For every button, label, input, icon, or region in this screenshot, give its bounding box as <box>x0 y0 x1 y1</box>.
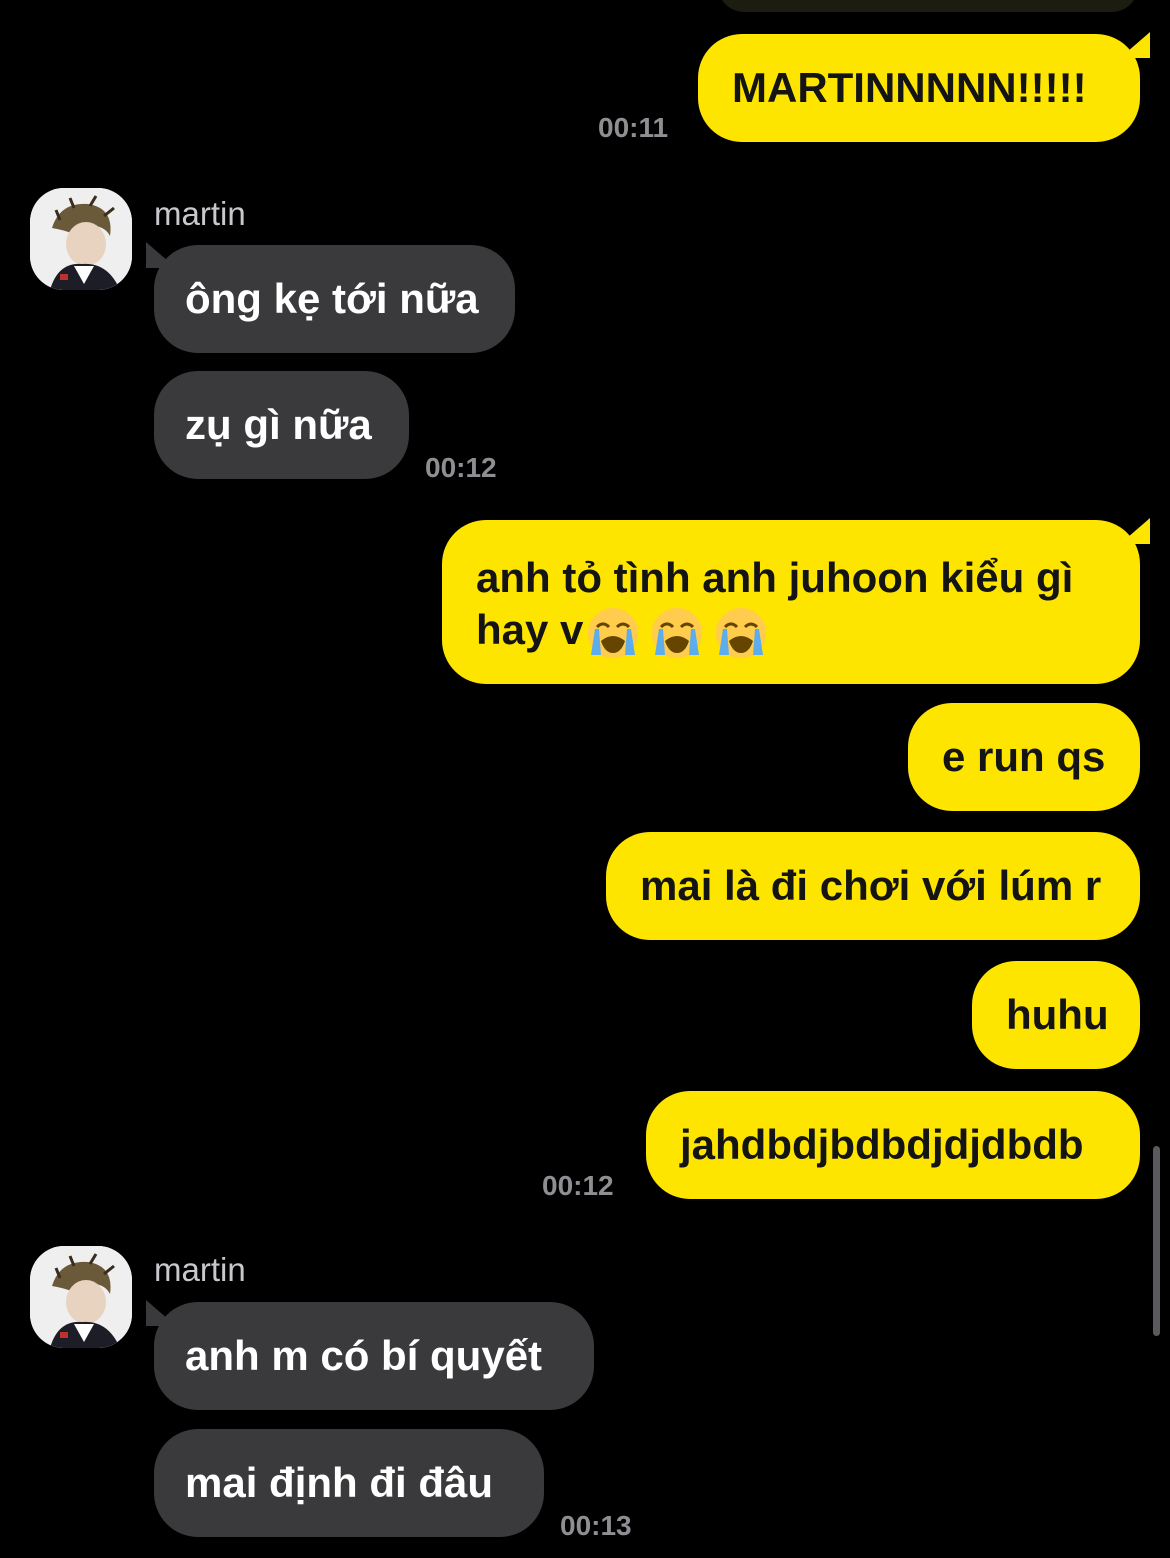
chat-screen: { "colors": { "background": "#000000", "… <box>0 0 1170 1558</box>
message-text: mai định đi đâu <box>185 1459 494 1506</box>
message-time: 00:13 <box>560 1510 632 1541</box>
incoming-message-bubble[interactable]: ông kẹ tới nữa <box>154 245 515 353</box>
message-time: 00:11 <box>598 112 669 143</box>
message-text-line-2: hay v <box>476 604 1140 661</box>
sender-name: martin <box>154 195 246 232</box>
message-text: hay v <box>476 606 584 653</box>
outgoing-message-bubble[interactable]: huhu <box>972 961 1140 1069</box>
incoming-message-bubble[interactable]: zụ gì nữa <box>154 371 409 479</box>
outgoing-message-bubble[interactable]: jahdbdjbdbdjdjdbdb <box>646 1091 1140 1199</box>
message-text: anh m có bí quyết <box>185 1332 543 1379</box>
message-text: zụ gì nữa <box>185 401 372 448</box>
sender-avatar[interactable] <box>30 188 132 290</box>
scrollbar[interactable] <box>1153 1146 1160 1336</box>
sender-name: martin <box>154 1251 246 1288</box>
bubble-tail <box>1120 518 1150 544</box>
bubble-tail <box>1120 32 1150 58</box>
message-text-line-1: anh tỏ tình anh juhoon kiểu gì <box>476 554 1074 601</box>
previous-message-bubble-cutoff <box>718 0 1138 12</box>
sender-avatar[interactable] <box>30 1246 132 1348</box>
message-text: huhu <box>1006 991 1109 1038</box>
incoming-message-bubble[interactable]: anh m có bí quyết <box>154 1302 594 1410</box>
incoming-message-bubble[interactable]: mai định đi đâu <box>154 1429 544 1537</box>
message-text: e run qs <box>942 733 1106 780</box>
outgoing-message-bubble[interactable]: MARTINNNNN!!!!! <box>698 34 1140 142</box>
avatar-photo-icon <box>30 188 132 290</box>
message-text: mai là đi chơi với lúm r <box>640 862 1102 909</box>
message-text: MARTINNNNN!!!!! <box>732 64 1087 111</box>
message-text: ông kẹ tới nữa <box>185 275 479 322</box>
outgoing-message-bubble[interactable]: mai là đi chơi với lúm r <box>606 832 1140 940</box>
loudly-crying-face-icon <box>588 607 767 658</box>
avatar-photo-icon <box>30 1246 132 1348</box>
message-text: jahdbdjbdbdjdjdbdb <box>680 1121 1084 1168</box>
message-time: 00:12 <box>425 452 497 483</box>
message-time: 00:12 <box>542 1170 614 1201</box>
outgoing-message-bubble[interactable]: anh tỏ tình anh juhoon kiểu gì hay v <box>442 520 1140 684</box>
outgoing-message-bubble[interactable]: e run qs <box>908 703 1140 811</box>
